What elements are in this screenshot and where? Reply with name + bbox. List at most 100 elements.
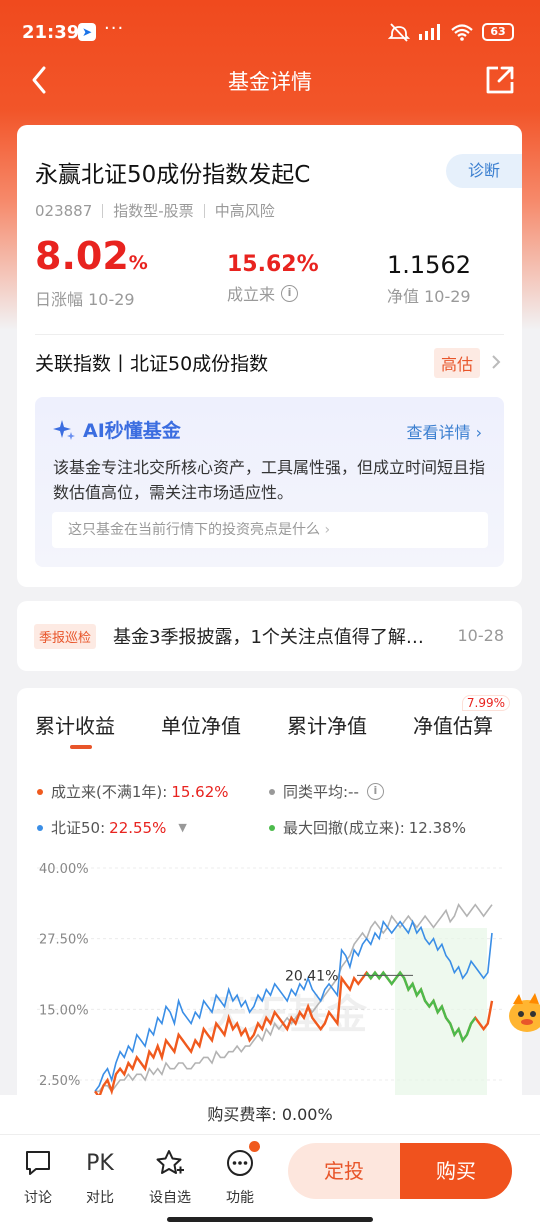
signal-icon xyxy=(419,24,440,40)
home-indicator xyxy=(167,1217,373,1222)
compare-label: 对比 xyxy=(86,1190,114,1206)
status-bar: 21:39 ➤ ··· 63 xyxy=(0,0,540,62)
nav-stat: 1.1562 净值 10-29 xyxy=(387,243,471,307)
fund-name: 永赢北证50成份指数发起C xyxy=(35,162,311,188)
legend-peer-label: 同类平均:-- xyxy=(283,783,359,801)
performance-card: 累计收益 单位净值 累计净值 净值估算 7.99% 成立来(不满1年): 15.6… xyxy=(17,688,522,1148)
purchase-fee-bar: 购买费率: 0.00% xyxy=(0,1095,540,1135)
active-tab-indicator xyxy=(70,745,92,749)
related-index[interactable]: 关联指数丨北证50成份指数 xyxy=(35,349,268,376)
daily-change-unit: % xyxy=(128,252,148,274)
mascot-icon[interactable] xyxy=(505,990,540,1040)
add-watchlist-label: 设自选 xyxy=(149,1190,191,1206)
info-icon[interactable]: i xyxy=(366,783,384,800)
max-annotation-label: 20.41% xyxy=(285,968,338,984)
ai-view-details-label: 查看详情 xyxy=(406,423,471,442)
ai-title-text: AI秒懂基金 xyxy=(83,420,181,442)
ai-summary-text: 该基金专注北交所核心资产，工具属性强，但成立时间短且指数估值高位，需关注市场适应… xyxy=(53,458,486,502)
since-inception-label: 成立来 xyxy=(227,285,276,304)
nav-bar: 基金详情 xyxy=(0,60,540,100)
mute-icon xyxy=(388,23,410,42)
nav-label: 净值 10-29 xyxy=(387,287,471,306)
legend-benchmark[interactable]: 北证50: 22.55% ▼ xyxy=(37,817,187,838)
tab-nav-estimate[interactable]: 净值估算 xyxy=(413,710,493,739)
news-card[interactable]: 季报巡检 基金3季报披露，1个关注点值得了解… 10-28 xyxy=(17,601,522,671)
fund-meta: 023887 指数型-股票 中高风险 xyxy=(35,200,275,221)
notification-dot xyxy=(249,1141,260,1152)
battery-indicator: 63 xyxy=(482,23,514,41)
fund-type: 指数型-股票 xyxy=(113,202,194,220)
legend-drawdown-label: 最大回撤(成立来): xyxy=(283,819,405,837)
chevron-right-icon: › xyxy=(475,423,482,442)
discuss-label: 讨论 xyxy=(24,1190,52,1206)
legend-bench-label: 北证50: xyxy=(51,819,106,837)
divider xyxy=(35,334,504,335)
ai-question-text: 这只基金在当前行情下的投资亮点是什么 xyxy=(68,522,320,538)
chevron-right-icon: › xyxy=(324,522,331,538)
fixed-investment-button[interactable]: 定投 xyxy=(288,1143,400,1199)
since-inception-stat: 15.62% 成立来 i xyxy=(227,243,319,305)
drawdown-area xyxy=(395,928,487,1098)
more-notifications-icon: ··· xyxy=(104,18,125,39)
buy-button[interactable]: 购买 xyxy=(400,1143,512,1199)
ai-summary-box: AI秒懂基金 查看详情 › 该基金专注北交所核心资产，工具属性强，但成立时间短且… xyxy=(35,397,504,567)
functions-label: 功能 xyxy=(226,1190,254,1206)
ai-title: AI秒懂基金 xyxy=(51,416,181,443)
performance-chart[interactable]: 40.00%27.50%15.00%2.50%天天基金20.41% xyxy=(17,858,522,1098)
add-watchlist-button[interactable]: 设自选 xyxy=(145,1147,195,1207)
page-title: 基金详情 xyxy=(228,70,312,94)
more-functions-icon xyxy=(227,1150,253,1176)
since-inception-value: 15.62% xyxy=(227,252,319,277)
news-date: 10-28 xyxy=(457,626,505,645)
ai-suggested-question[interactable]: 这只基金在当前行情下的投资亮点是什么 › xyxy=(52,512,488,548)
chevron-right-icon[interactable] xyxy=(490,353,502,371)
meta-divider xyxy=(102,203,104,218)
news-text: 基金3季报披露，1个关注点值得了解 xyxy=(113,627,406,648)
estimate-badge: 7.99% xyxy=(461,695,510,711)
ai-view-details-link[interactable]: 查看详情 › xyxy=(406,419,482,443)
compare-button[interactable]: PK 对比 xyxy=(75,1147,125,1207)
fund-risk: 中高风险 xyxy=(214,202,275,220)
share-icon[interactable] xyxy=(484,64,516,96)
sparkle-icon xyxy=(53,419,75,440)
star-plus-icon xyxy=(156,1150,184,1174)
legend-fund-value: 15.62% xyxy=(171,782,229,801)
legend-dot xyxy=(269,788,275,795)
daily-change-value: 8.02 xyxy=(35,234,129,278)
fund-code: 023887 xyxy=(35,201,93,220)
legend-dot xyxy=(37,824,43,831)
daily-change-stat: 8.02% 日涨幅 10-29 xyxy=(35,237,148,310)
quarterly-report-tag: 季报巡检 xyxy=(34,624,97,649)
tab-unit-nav[interactable]: 单位净值 xyxy=(161,710,241,739)
legend-fund-label: 成立来(不满1年): xyxy=(51,783,168,801)
y-tick-label: 40.00% xyxy=(39,862,89,877)
meta-divider xyxy=(203,203,205,218)
app-notification-icon: ➤ xyxy=(78,23,96,41)
legend-peer: 同类平均:-- i xyxy=(269,781,384,802)
legend-drawdown: 最大回撤(成立来): 12.38% xyxy=(269,817,466,838)
discuss-button[interactable]: 讨论 xyxy=(13,1147,63,1207)
bottom-action-bar: 讨论 PK 对比 设自选 功能 定投 购买 xyxy=(0,1135,540,1230)
y-tick-label: 15.00% xyxy=(39,1003,89,1018)
pk-icon: PK xyxy=(86,1150,114,1176)
dropdown-caret-icon[interactable]: ▼ xyxy=(178,821,186,834)
tab-cumulative-nav[interactable]: 累计净值 xyxy=(287,710,367,739)
y-tick-label: 27.50% xyxy=(39,933,89,948)
y-tick-label: 2.50% xyxy=(39,1074,80,1089)
legend-bench-value: 22.55% xyxy=(109,818,167,837)
fund-summary-card: 永赢北证50成份指数发起C 诊断 023887 指数型-股票 中高风险 8.02… xyxy=(17,125,522,587)
status-time: 21:39 xyxy=(22,22,80,43)
functions-button[interactable]: 功能 xyxy=(215,1141,265,1207)
news-headline: 基金3季报披露，1个关注点值得了解… xyxy=(113,627,424,648)
valuation-badge: 高估 xyxy=(433,348,480,378)
wifi-icon xyxy=(451,24,473,41)
daily-change-label: 日涨幅 10-29 xyxy=(35,290,135,309)
diagnose-button[interactable]: 诊断 xyxy=(446,154,522,188)
nav-value: 1.1562 xyxy=(387,251,471,279)
info-icon[interactable]: i xyxy=(281,284,299,302)
performance-tabs: 累计收益 单位净值 累计净值 净值估算 xyxy=(17,710,522,750)
chat-bubble-icon xyxy=(26,1151,50,1175)
legend-dot xyxy=(37,788,43,795)
tab-cumulative-return[interactable]: 累计收益 xyxy=(35,710,115,739)
legend-dot xyxy=(269,824,275,831)
